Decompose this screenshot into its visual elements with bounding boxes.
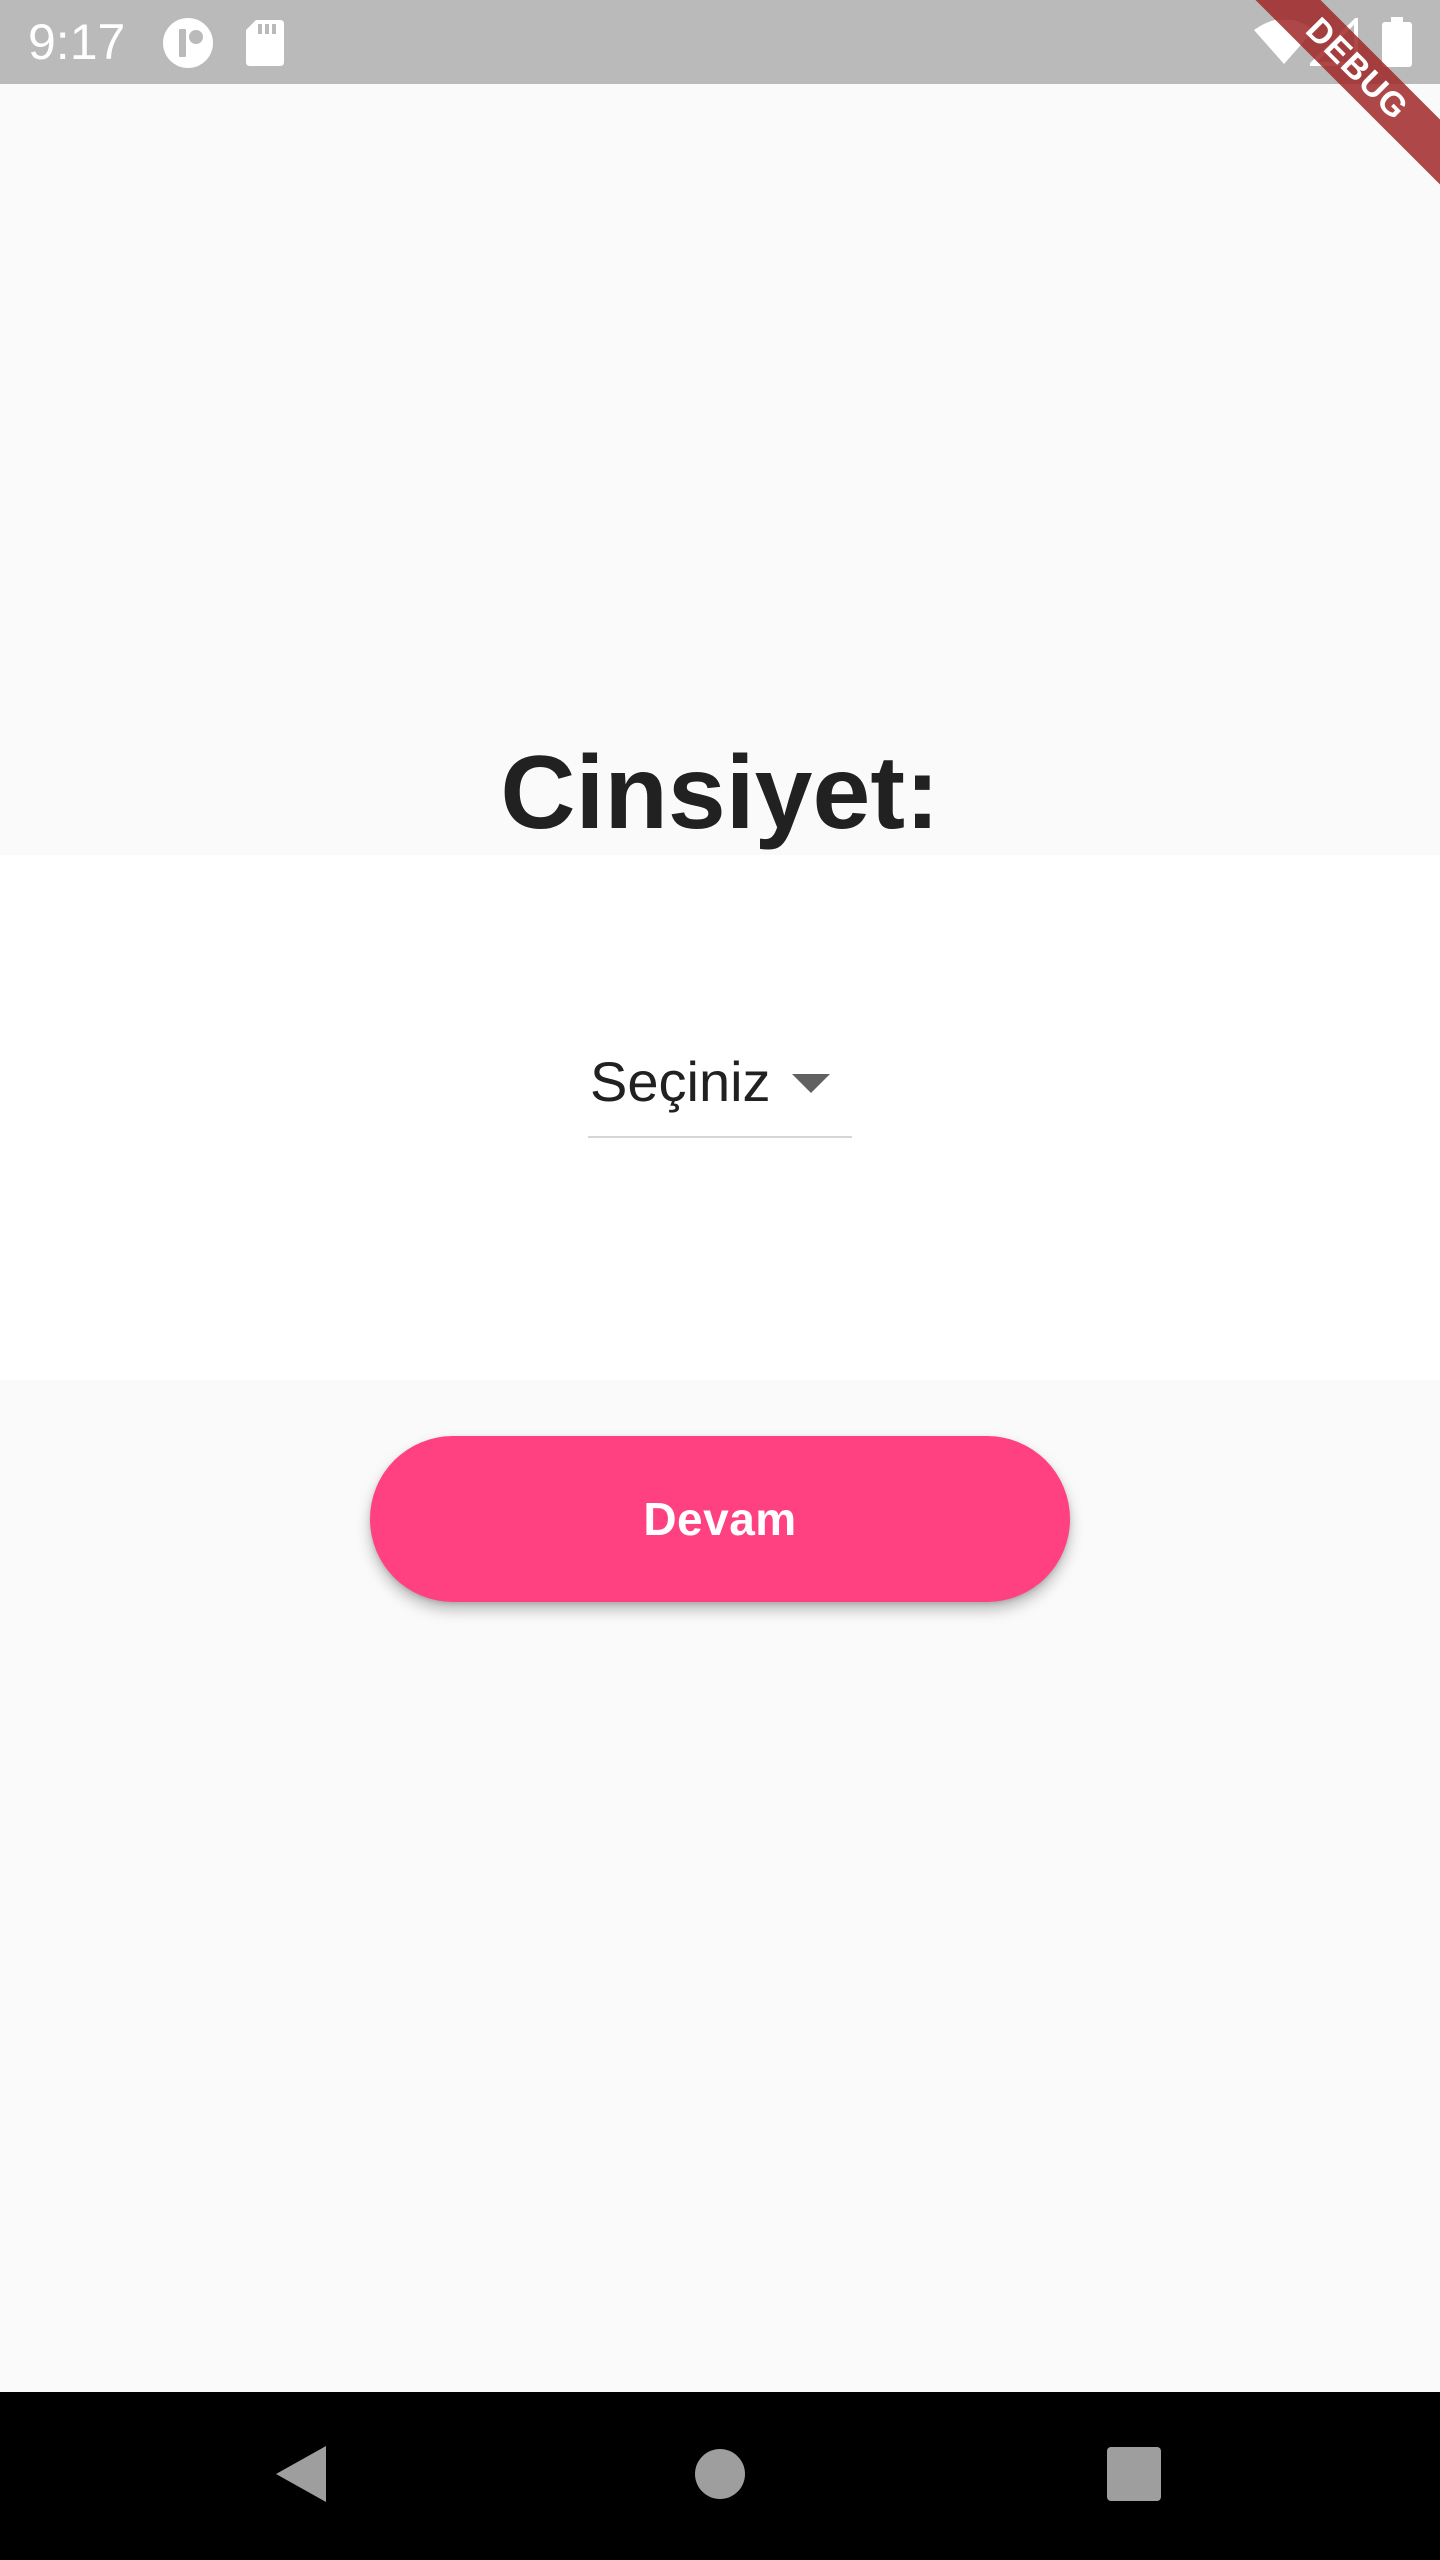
- status-bar: 9:17: [0, 0, 1440, 84]
- recents-button[interactable]: [1034, 2392, 1234, 2560]
- home-button[interactable]: [620, 2392, 820, 2560]
- sd-card-icon: [246, 20, 284, 66]
- status-time: 9:17: [28, 14, 126, 70]
- dropdown-selected-value: Seçiniz: [590, 1050, 771, 1113]
- continue-button[interactable]: Devam: [370, 1436, 1070, 1602]
- home-icon: [694, 2448, 746, 2505]
- battery-icon: [1382, 17, 1412, 67]
- back-icon: [272, 2444, 328, 2509]
- dropdown-arrow-icon: [792, 1074, 830, 1093]
- page-title: Cinsiyet:: [500, 735, 940, 851]
- recents-icon: [1107, 2446, 1161, 2506]
- navigation-bar: [0, 2392, 1440, 2560]
- screen: 9:17 DEBUG Cinsiyet: Seçiniz Devam: [0, 0, 1440, 2560]
- back-button[interactable]: [200, 2392, 400, 2560]
- gender-dropdown[interactable]: Seçiniz: [588, 1040, 852, 1138]
- cell-signal-icon: [1310, 18, 1358, 66]
- wifi-icon: [1254, 20, 1314, 64]
- notification-circle-icon: [162, 17, 214, 69]
